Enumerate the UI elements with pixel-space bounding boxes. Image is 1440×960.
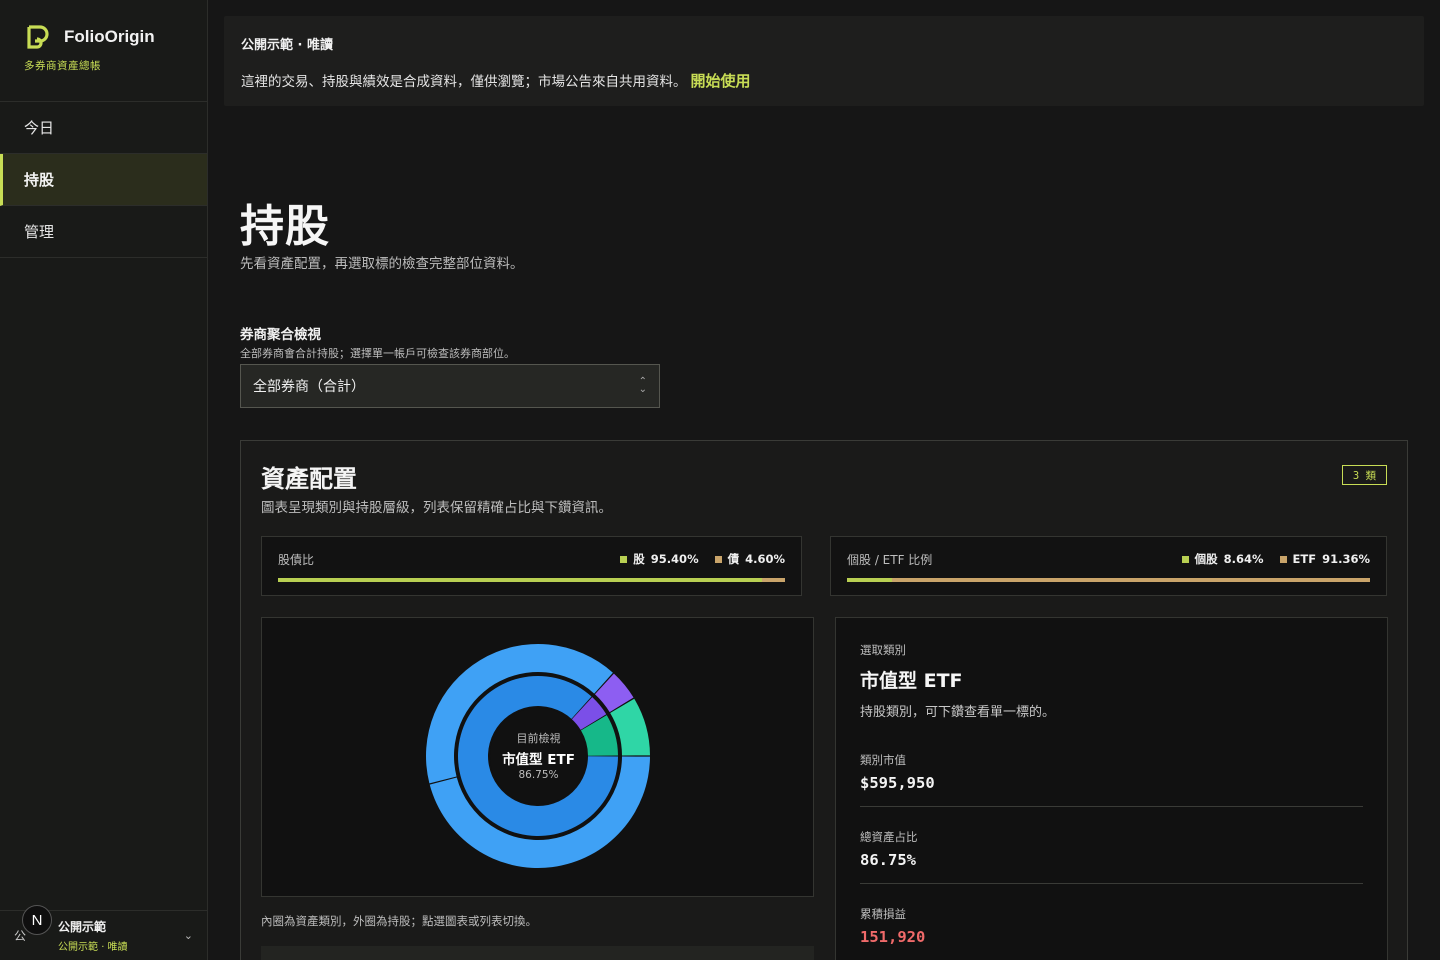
brand-subtitle: 多券商資產總帳	[24, 60, 101, 72]
ratio-label: 股債比	[278, 553, 315, 567]
asset-allocation-card: 資產配置 圖表呈現類別與持股層級，列表保留精確占比與下鑽資訊。 3 類 股債比 …	[240, 440, 1408, 960]
donut-center-label: 目前檢視	[516, 732, 561, 745]
ratio-segment	[761, 578, 785, 582]
legend-name: 股	[633, 552, 645, 566]
legend-swatch	[714, 555, 722, 563]
detail-key: 累積損益	[860, 907, 906, 921]
ratio-segment	[847, 578, 893, 582]
ratio-label: 個股 / ETF 比例	[847, 553, 933, 567]
nav-item-holdings[interactable]: 持股	[0, 154, 207, 206]
notice-text: 這裡的交易、持股與績效是合成資料，僅供瀏覽；市場公告來自共用資料。	[241, 74, 687, 90]
detail-title: 市值型 ETF	[860, 670, 963, 692]
legend-individual-stock: 個股 8.64%	[1181, 551, 1264, 567]
nav-item-manage[interactable]: 管理	[0, 206, 207, 258]
sidebar: FolioOrigin 多券商資產總帳 今日 持股 管理 公 N 公開示範 公開…	[0, 0, 208, 960]
nav-item-label: 今日	[24, 119, 55, 137]
select-caret-icon: ⌃ ⌄	[638, 376, 647, 395]
broker-aggregation-label: 券商聚合檢視	[240, 327, 321, 343]
legend-value: 8.64%	[1223, 552, 1264, 566]
detail-value: 86.75%	[860, 851, 916, 869]
page-title: 持股	[240, 201, 330, 252]
stock-bond-bar	[278, 578, 785, 582]
donut-center-value: 86.75%	[518, 769, 559, 781]
category-count-badge: 3 類	[1341, 465, 1387, 485]
detail-value: 151,920	[860, 928, 926, 946]
selected-category-detail: 選取類別 市值型 ETF 持股類別，可下鑽查看單一標的。 類別市值 $595,9…	[835, 617, 1388, 960]
ratio-segment	[892, 578, 1370, 582]
stock-etf-ratio: 個股 / ETF 比例 個股 8.64% ETF 91.36%	[830, 536, 1387, 596]
workspace-subtitle: 公開示範 · 唯讀	[58, 942, 128, 953]
broker-aggregation-help: 全部券商會合計持股；選擇單一帳戶可檢查該券商部位。	[240, 347, 515, 360]
notice-title: 公開示範 · 唯讀	[241, 38, 333, 53]
legend-swatch	[620, 555, 628, 563]
legend-value: 4.60%	[745, 552, 785, 566]
brand: FolioOrigin 多券商資產總帳	[0, 0, 207, 102]
broker-select[interactable]: 全部券商（合計） ⌃ ⌄	[240, 364, 660, 408]
allocation-title: 資產配置	[261, 465, 357, 493]
get-started-link[interactable]: 開始使用	[691, 72, 751, 90]
detail-row-share: 總資產占比 86.75%	[860, 807, 1363, 884]
page-subtitle: 先看資產配置，再選取標的檢查完整部位資料。	[240, 256, 524, 272]
workspace-title: 公開示範	[58, 920, 107, 934]
nav-item-today[interactable]: 今日	[0, 102, 207, 154]
ratio-segment	[278, 578, 762, 582]
legend-swatch	[1181, 555, 1189, 563]
detail-value: $595,950	[860, 774, 935, 792]
legend-swatch	[1279, 555, 1287, 563]
legend-bond: 債 4.60%	[714, 551, 785, 567]
detail-row-pnl: 累積損益 151,920	[860, 884, 1363, 960]
allocation-list-header	[261, 946, 814, 960]
notice-body: 這裡的交易、持股與績效是合成資料，僅供瀏覽；市場公告來自共用資料。 開始使用	[241, 70, 1407, 91]
brand-name: FolioOrigin	[64, 27, 155, 46]
legend-etf: ETF 91.36%	[1279, 551, 1370, 567]
legend-value: 91.36%	[1322, 552, 1370, 566]
account-switcher[interactable]: 公 N 公開示範 公開示範 · 唯讀 ⌄	[0, 905, 207, 960]
broker-select-value: 全部券商（合計）	[253, 379, 365, 395]
nav-item-label: 持股	[24, 171, 55, 189]
donut-caption: 內圈為資產類別，外圈為持股；點選圖表或列表切換。	[261, 914, 537, 928]
detail-label: 選取類別	[860, 643, 906, 657]
detail-description: 持股類別，可下鑽查看單一標的。	[860, 705, 1056, 720]
folio-logo-icon	[27, 25, 49, 49]
detail-key: 類別市值	[860, 753, 906, 767]
donut-center-title: 市值型 ETF	[502, 752, 575, 768]
nav-item-label: 管理	[24, 223, 55, 241]
legend-name: 債	[727, 552, 740, 566]
chevron-down-icon[interactable]: ⌄	[184, 929, 193, 942]
detail-key: 總資產占比	[860, 830, 918, 844]
workspace-icon: 公	[14, 929, 27, 943]
legend-name: ETF	[1292, 552, 1317, 566]
legend-value: 95.40%	[650, 552, 699, 566]
legend-stock: 股 95.40%	[620, 551, 699, 567]
allocation-donut-chart[interactable]: 目前檢視 市值型 ETF 86.75%	[261, 617, 814, 897]
stock-bond-ratio: 股債比 股 95.40% 債 4.60%	[261, 536, 802, 596]
legend-name: 個股	[1194, 552, 1218, 566]
dev-badge[interactable]: N	[22, 905, 52, 935]
stock-etf-bar	[847, 578, 1370, 582]
demo-notice: 公開示範 · 唯讀 這裡的交易、持股與績效是合成資料，僅供瀏覽；市場公告來自共用…	[224, 16, 1424, 106]
allocation-subtitle: 圖表呈現類別與持股層級，列表保留精確占比與下鑽資訊。	[261, 500, 612, 516]
detail-row-market-value: 類別市值 $595,950	[860, 730, 1363, 807]
main-content: 公開示範 · 唯讀 這裡的交易、持股與績效是合成資料，僅供瀏覽；市場公告來自共用…	[208, 0, 1440, 960]
